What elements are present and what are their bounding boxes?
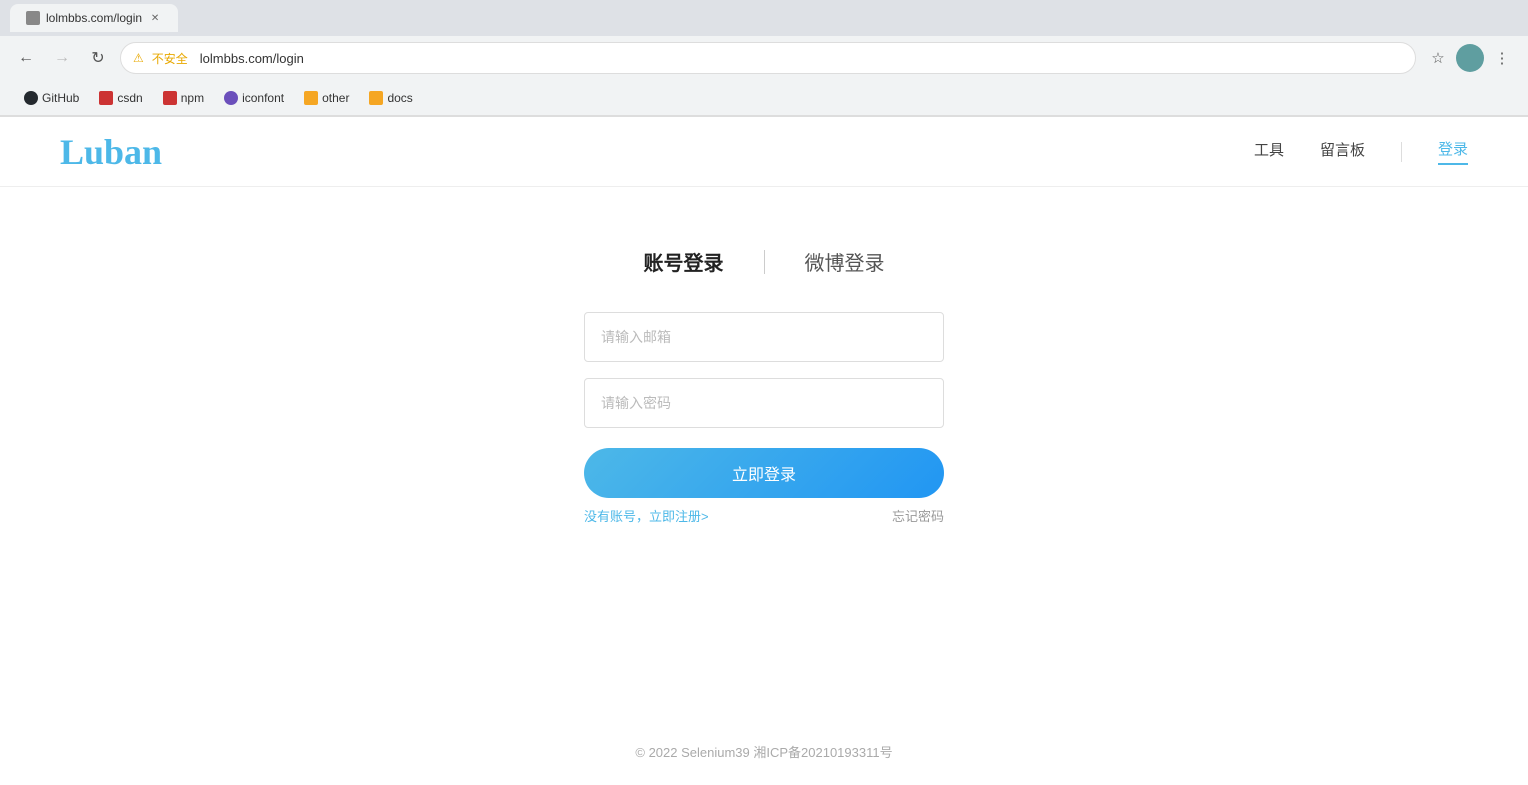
bookmark-other-label: other xyxy=(322,91,349,105)
bookmark-csdn[interactable]: csdn xyxy=(91,87,150,109)
forgot-password-link[interactable]: 忘记密码 xyxy=(892,506,944,525)
page: Luban 工具 留言板 登录 账号登录 微博登录 立即登录 没有账号，立即注册… xyxy=(0,117,1528,785)
toolbar-actions: ☆ ⋮ xyxy=(1424,44,1516,72)
email-input[interactable] xyxy=(584,312,944,362)
bookmark-iconfont[interactable]: iconfont xyxy=(216,87,292,109)
bookmarks-bar: GitHub csdn npm iconfont other docs xyxy=(0,80,1528,116)
bookmark-docs-label: docs xyxy=(387,91,412,105)
bookmark-other[interactable]: other xyxy=(296,87,357,109)
bookmark-csdn-label: csdn xyxy=(117,91,142,105)
tab-account-login[interactable]: 账号登录 xyxy=(604,247,764,276)
browser-chrome: lolmbbs.com/login ✕ ← → ↻ ⚠ 不安全 lolmbbs.… xyxy=(0,0,1528,117)
nav-tools[interactable]: 工具 xyxy=(1254,139,1284,164)
site-header: Luban 工具 留言板 登录 xyxy=(0,117,1528,187)
profile-button[interactable] xyxy=(1456,44,1484,72)
bookmark-star-button[interactable]: ☆ xyxy=(1424,44,1452,72)
nav-board[interactable]: 留言板 xyxy=(1320,139,1365,164)
tab-bar: lolmbbs.com/login ✕ xyxy=(0,0,1528,36)
password-input[interactable] xyxy=(584,378,944,428)
nav-login[interactable]: 登录 xyxy=(1438,138,1468,165)
page-footer: © 2022 Selenium39 湘ICP备20210193311号 xyxy=(0,718,1528,785)
security-icon: ⚠ xyxy=(133,51,144,65)
browser-toolbar: ← → ↻ ⚠ 不安全 lolmbbs.com/login ☆ ⋮ xyxy=(0,36,1528,80)
tab-weibo-login[interactable]: 微博登录 xyxy=(765,247,925,276)
docs-icon xyxy=(369,91,383,105)
url-text: lolmbbs.com/login xyxy=(200,51,304,66)
nav-divider xyxy=(1401,142,1402,162)
browser-tab[interactable]: lolmbbs.com/login ✕ xyxy=(10,4,178,32)
tab-title: lolmbbs.com/login xyxy=(46,11,142,25)
bookmark-iconfont-label: iconfont xyxy=(242,91,284,105)
back-button[interactable]: ← xyxy=(12,44,40,72)
iconfont-icon xyxy=(224,91,238,105)
site-nav: 工具 留言板 登录 xyxy=(1254,138,1468,165)
login-area: 账号登录 微博登录 立即登录 没有账号，立即注册> 忘记密码 xyxy=(0,187,1528,718)
tab-favicon xyxy=(26,11,40,25)
reload-button[interactable]: ↻ xyxy=(84,44,112,72)
login-footer: 没有账号，立即注册> 忘记密码 xyxy=(584,506,944,525)
other-icon xyxy=(304,91,318,105)
github-icon xyxy=(24,91,38,105)
address-bar[interactable]: ⚠ 不安全 lolmbbs.com/login xyxy=(120,42,1416,74)
login-button[interactable]: 立即登录 xyxy=(584,448,944,498)
npm-icon xyxy=(163,91,177,105)
csdn-icon xyxy=(99,91,113,105)
security-label: 不安全 xyxy=(152,50,188,67)
site-logo[interactable]: Luban xyxy=(60,131,162,173)
login-tabs: 账号登录 微博登录 xyxy=(604,247,925,276)
register-link[interactable]: 没有账号，立即注册> xyxy=(584,506,709,525)
bookmark-npm-label: npm xyxy=(181,91,204,105)
close-tab-button[interactable]: ✕ xyxy=(148,11,162,25)
copyright-text: © 2022 Selenium39 湘ICP备20210193311号 xyxy=(635,745,892,760)
profile-avatar xyxy=(1456,44,1484,72)
menu-button[interactable]: ⋮ xyxy=(1488,44,1516,72)
bookmark-npm[interactable]: npm xyxy=(155,87,212,109)
login-button-label: 立即登录 xyxy=(732,467,796,484)
bookmark-github-label: GitHub xyxy=(42,91,79,105)
bookmark-github[interactable]: GitHub xyxy=(16,87,87,109)
forward-button[interactable]: → xyxy=(48,44,76,72)
bookmark-docs[interactable]: docs xyxy=(361,87,420,109)
login-form: 立即登录 xyxy=(584,312,944,498)
